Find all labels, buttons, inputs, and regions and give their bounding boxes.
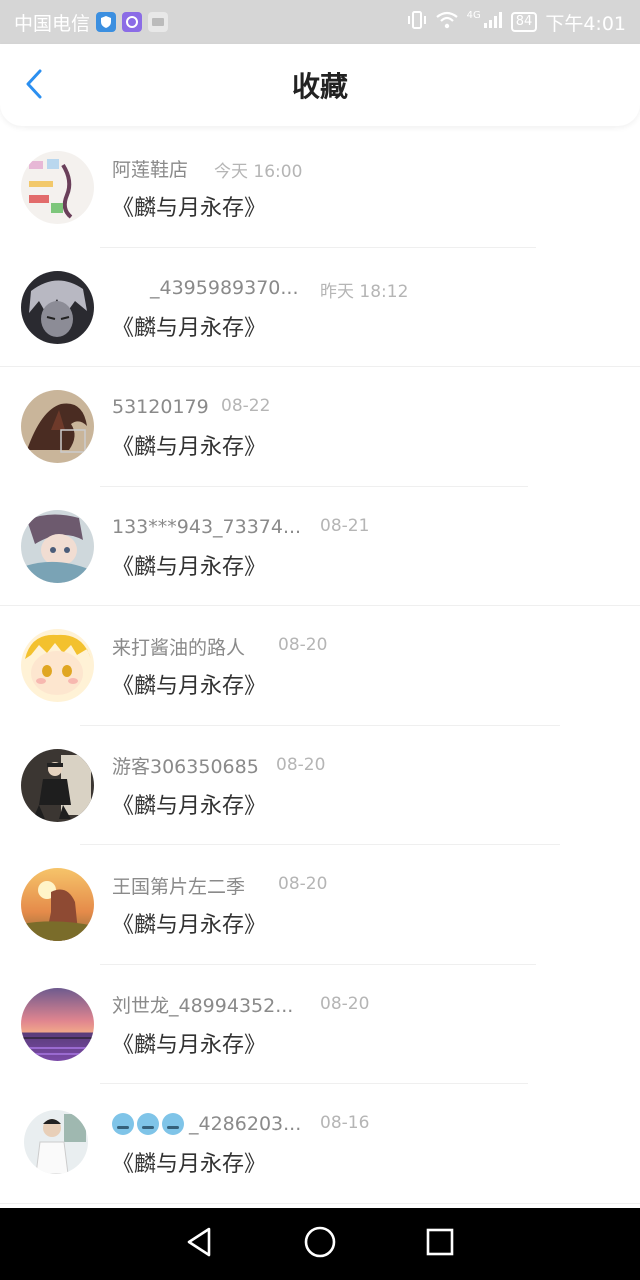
clock: 下午4:01 — [545, 12, 626, 35]
item-meta: 阿莲鞋店 今天 16:00 — [112, 154, 302, 183]
carrier-label: 中国电信 — [14, 12, 91, 35]
list-item[interactable]: _4286203... 08-16 《麟与月永存》 — [0, 1084, 640, 1204]
nav-back-button[interactable] — [180, 1224, 220, 1264]
username[interactable]: _4286203... — [189, 1113, 301, 1135]
timestamp: 08-20 — [320, 993, 370, 1014]
back-button[interactable] — [14, 66, 54, 106]
vibrate-icon — [407, 10, 427, 34]
timestamp: 昨天 18:12 — [320, 281, 409, 302]
avatar[interactable] — [21, 987, 94, 1061]
username[interactable]: 刘世龙_48994352... — [112, 991, 293, 1018]
sweat-emoji-icon — [112, 1113, 134, 1135]
timestamp: 08-20 — [278, 874, 328, 894]
item-title[interactable]: 《麟与月永存》 — [112, 190, 266, 222]
timestamp: 08-20 — [278, 635, 328, 655]
timestamp: 08-16 — [320, 1113, 370, 1133]
emoji-group — [112, 1113, 187, 1135]
avatar[interactable] — [21, 868, 94, 941]
item-meta: 133***943_73374... 08-21 — [112, 513, 369, 541]
item-title[interactable]: 《麟与月永存》 — [112, 549, 266, 581]
chevron-left-icon — [24, 68, 44, 104]
avatar[interactable] — [24, 1110, 88, 1174]
item-meta: _4395989370... 昨天 18:12 — [112, 274, 408, 302]
list-item[interactable]: 刘世龙_48994352... 08-20 《麟与月永存》 — [0, 965, 640, 1084]
timestamp: 08-21 — [320, 515, 370, 536]
item-title[interactable]: 《麟与月永存》 — [112, 429, 266, 461]
wifi-icon — [435, 11, 459, 34]
back-triangle-icon — [185, 1226, 215, 1262]
item-meta: 来打酱油的路人 08-20 — [112, 632, 327, 660]
username[interactable]: 王国第片左二季 — [112, 872, 245, 899]
list-item[interactable]: _4395989370... 昨天 18:12 《麟与月永存》 — [0, 248, 640, 367]
item-meta: 游客306350685 08-20 — [112, 752, 325, 780]
username[interactable]: 来打酱油的路人 — [112, 633, 245, 660]
status-left: 中国电信 — [14, 9, 169, 36]
divider — [0, 1202, 640, 1204]
avatar[interactable] — [21, 270, 94, 344]
avatar[interactable] — [21, 509, 94, 583]
timestamp: 08-22 — [221, 396, 271, 416]
timestamp: 08-20 — [276, 754, 326, 775]
username[interactable]: 游客306350685 — [112, 752, 259, 779]
item-title[interactable]: 《麟与月永存》 — [112, 907, 266, 939]
avatar[interactable] — [21, 748, 94, 822]
username[interactable]: 53120179 — [112, 396, 209, 418]
item-meta: _4286203... 08-16 — [112, 1110, 369, 1138]
list-item[interactable]: 133***943_73374... 08-21 《麟与月永存》 — [0, 487, 640, 606]
sweat-emoji-icon — [162, 1113, 184, 1135]
item-meta: 刘世龙_48994352... 08-20 — [112, 991, 369, 1019]
avatar[interactable] — [21, 390, 94, 463]
item-title[interactable]: 《麟与月永存》 — [112, 1146, 266, 1178]
username[interactable]: _4395989370... — [150, 277, 299, 299]
nav-home-button[interactable] — [300, 1224, 340, 1264]
favorites-list: 阿莲鞋店 今天 16:00 《麟与月永存》 _4395989370... 昨天 … — [0, 128, 640, 1204]
battery-icon: 84 — [510, 12, 538, 32]
list-item[interactable]: 来打酱油的路人 08-20 《麟与月永存》 — [0, 606, 640, 726]
status-bar: 中国电信 4G 84 下午4:01 — [0, 0, 640, 44]
header: 收藏 — [0, 44, 640, 126]
item-meta: 53120179 08-22 — [112, 393, 270, 421]
list-item[interactable]: 游客306350685 08-20 《麟与月永存》 — [0, 726, 640, 845]
username[interactable]: 133***943_73374... — [112, 516, 301, 538]
shield-app-icon — [96, 12, 117, 32]
list-item[interactable]: 王国第片左二季 08-20 《麟与月永存》 — [0, 845, 640, 965]
system-nav-bar — [0, 1208, 640, 1280]
avatar[interactable] — [21, 151, 94, 224]
nav-recents-button[interactable] — [420, 1224, 460, 1264]
item-title[interactable]: 《麟与月永存》 — [112, 788, 266, 820]
item-title[interactable]: 《麟与月永存》 — [112, 668, 266, 700]
sweat-emoji-icon — [137, 1113, 159, 1135]
timestamp: 今天 16:00 — [214, 162, 303, 182]
recents-square-icon — [425, 1227, 455, 1261]
status-right: 4G 84 下午4:01 — [407, 9, 626, 36]
home-circle-icon — [303, 1225, 337, 1263]
battery-level: 84 — [515, 14, 533, 29]
username[interactable]: 阿莲鞋店 — [112, 155, 188, 182]
purple-app-icon — [122, 12, 143, 32]
item-meta: 王国第片左二季 08-20 — [112, 871, 327, 899]
avatar[interactable] — [21, 629, 94, 702]
list-item[interactable]: 53120179 08-22 《麟与月永存》 — [0, 367, 640, 487]
message-app-icon — [148, 12, 169, 32]
list-item[interactable]: 阿莲鞋店 今天 16:00 《麟与月永存》 — [0, 128, 640, 248]
item-title[interactable]: 《麟与月永存》 — [112, 1027, 266, 1059]
item-title[interactable]: 《麟与月永存》 — [112, 310, 266, 342]
network-type-label: 4G — [466, 9, 481, 21]
signal-icon — [483, 11, 503, 34]
page-title: 收藏 — [291, 70, 348, 103]
